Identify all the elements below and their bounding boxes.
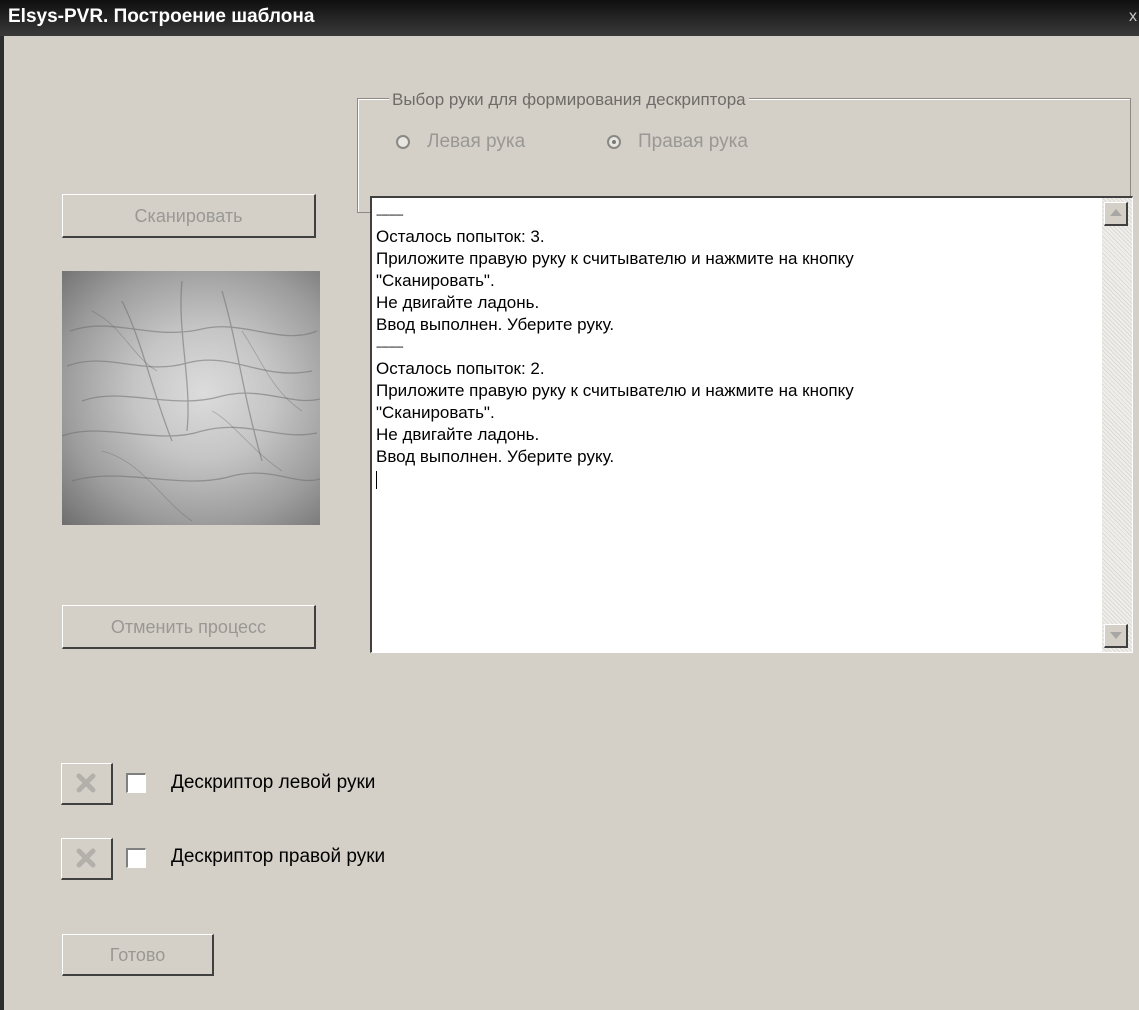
radio-right-hand[interactable]: Правая рука [607,131,748,153]
log-line: "Сканировать". [376,403,495,422]
arrow-up-icon [1110,209,1122,216]
cancel-process-button[interactable]: Отменить процесс [62,605,316,649]
left-descriptor-label: Дескриптор левой руки [171,772,376,793]
log-line: Ввод выполнен. Уберите руку. [376,315,615,334]
close-icon[interactable]: x [1129,8,1137,26]
log-line: Приложите правую руку к считывателю и на… [376,249,854,268]
radio-left-hand[interactable]: Левая рука [396,131,525,153]
radio-left-hand-label: Левая рука [427,131,526,152]
done-button[interactable]: Готово [62,934,214,976]
log-line: Приложите правую руку к считывателю и на… [376,381,854,400]
log-line: "Сканировать". [376,271,495,290]
hand-selection-legend: Выбор руки для формирования дескриптора [389,90,749,110]
delete-left-descriptor-button[interactable] [61,763,113,805]
radio-right-hand-label: Правая рука [638,131,748,152]
delete-right-descriptor-button[interactable] [61,838,113,880]
scroll-up-button[interactable] [1104,202,1128,226]
palm-scan-image [62,271,320,525]
log-text: ---------- Осталось попыток: 3. Приложите … [376,204,1094,490]
delete-x-icon [76,773,96,793]
dialog-client-area: Выбор руки для формирования дескриптора … [4,36,1139,1010]
log-line: Не двигайте ладонь. [376,425,540,444]
scroll-down-button[interactable] [1104,624,1128,648]
arrow-down-icon [1110,632,1122,639]
text-caret [376,468,1094,490]
log-line: Осталось попыток: 3. [376,227,545,246]
radio-left-hand-circle[interactable] [396,135,410,149]
window-titlebar: Elsys-PVR. Построение шаблона x [0,0,1139,36]
log-line: Ввод выполнен. Уберите руку. [376,447,615,466]
log-line: Не двигайте ладонь. [376,293,540,312]
log-line: ---------- [376,341,404,353]
log-line: ---------- [376,209,404,221]
scan-button[interactable]: Сканировать [62,194,316,238]
right-descriptor-checkbox[interactable] [126,848,146,868]
right-descriptor-label: Дескриптор правой руки [171,846,386,867]
radio-right-hand-circle[interactable] [607,135,621,149]
delete-x-icon [76,848,96,868]
log-line: Осталось попыток: 2. [376,359,545,378]
left-descriptor-checkbox[interactable] [126,773,146,793]
log-scrollbar[interactable] [1102,198,1132,652]
log-textarea[interactable]: ---------- Осталось попыток: 3. Приложите … [370,196,1133,653]
window-title: Elsys-PVR. Построение шаблона [8,6,315,27]
